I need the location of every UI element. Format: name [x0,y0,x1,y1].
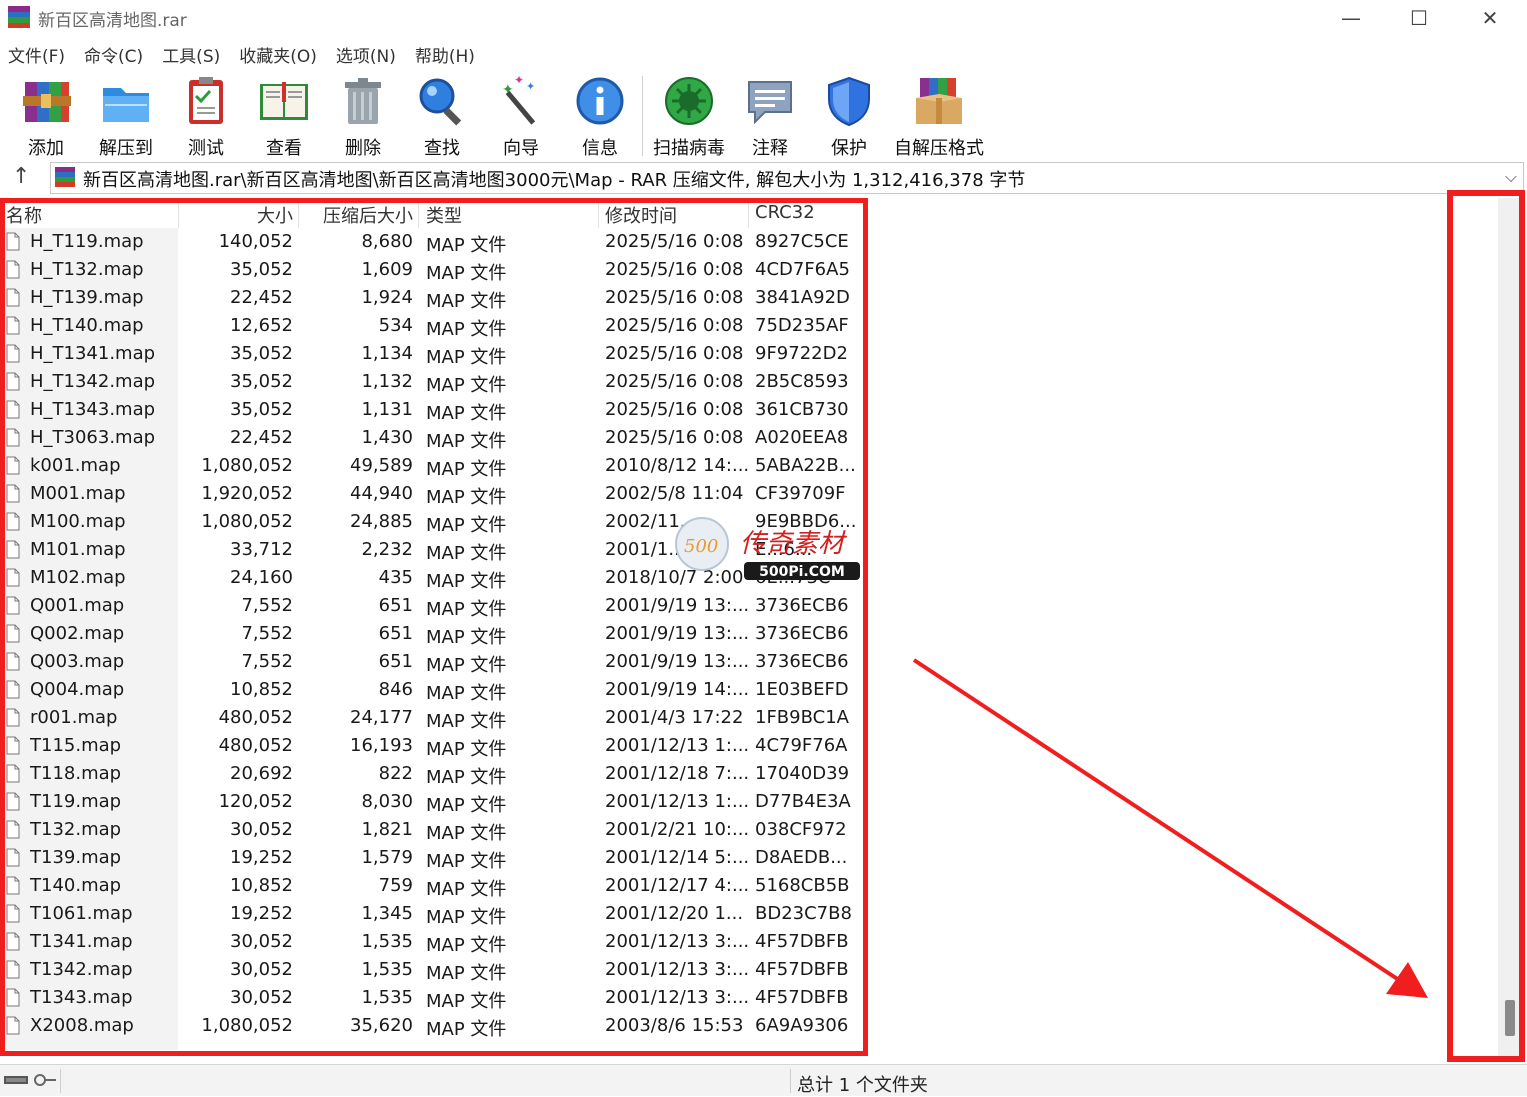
wizard-button[interactable]: ✦ ✦ ✦ 向导 [481,73,561,160]
info-label: 信息 [582,138,618,159]
chevron-down-icon[interactable]: ⌵ [1505,167,1517,187]
status-divider [790,1069,791,1093]
comment-button[interactable]: 注释 [730,74,810,160]
highlight-box-scrollbar [1447,190,1525,1062]
path-field[interactable]: 新百区高清地图.rar\新百区高清地图\新百区高清地图3000元\Map - R… [50,162,1524,194]
annotation-arrow [912,658,1428,998]
view-button[interactable]: 查看 [244,74,324,160]
maximize-button[interactable]: ☐ [1384,0,1454,36]
trash-icon [345,78,381,124]
virus-scan-label: 扫描病毒 [653,138,725,159]
shield-icon [828,76,870,127]
comment-label: 注释 [752,138,788,159]
menu-help[interactable]: 帮助(H) [407,38,486,68]
find-button[interactable]: 查找 [402,74,482,160]
minimize-button[interactable]: — [1316,0,1386,36]
wizard-wand-icon: ✦✦ ✦ [502,73,535,125]
menu-commands[interactable]: 命令(C) [76,38,154,68]
extract-to-button[interactable]: 解压到 [86,74,166,160]
svg-text:✦: ✦ [514,74,524,87]
toolbar-separator [642,76,643,156]
comment-icon [748,81,792,125]
close-button[interactable]: ✕ [1455,0,1525,36]
delete-button[interactable]: 删除 [323,74,403,160]
menu-options[interactable]: 选项(N) [328,38,407,68]
menu-file[interactable]: 文件(F) [0,38,76,68]
extract-to-label: 解压到 [99,138,153,159]
address-bar: ↑ 新百区高清地图.rar\新百区高清地图\新百区高清地图3000元\Map -… [0,160,1527,196]
menu-bar: 文件(F) 命令(C) 工具(S) 收藏夹(O) 选项(N) 帮助(H) [0,38,486,68]
test-label: 测试 [188,138,224,159]
wizard-label: 向导 [503,138,539,159]
magnifier-icon [419,78,462,126]
test-button[interactable]: 测试 [166,74,246,160]
winrar-app-icon [8,6,30,28]
sfx-label: 自解压格式 [894,138,984,159]
virus-scan-button[interactable]: 扫描病毒 [649,74,729,160]
status-divider [60,1069,61,1093]
svg-text:✦: ✦ [502,82,514,98]
archive-icon [55,167,75,187]
virus-scan-icon [665,77,713,125]
highlight-box-file-list [0,198,868,1056]
info-button[interactable]: 信息 [560,74,640,160]
find-label: 查找 [424,138,460,159]
sfx-box-icon [916,78,962,124]
window-title: 新百区高清地图.rar [38,11,187,31]
toolbar: 添加 解压到 测试 查看 删除 查找 ✦ ✦ ✦ 向导 信息 扫描病毒 注释 保… [0,70,1527,160]
info-icon [576,77,624,125]
add-archive-icon [23,82,71,122]
extract-folder-icon [103,88,149,122]
test-clipboard-icon [189,77,223,124]
add-button[interactable]: 添加 [6,74,86,160]
drive-key-icon [4,1074,56,1086]
svg-text:✦: ✦ [526,80,535,93]
delete-label: 删除 [345,138,381,159]
path-text: 新百区高清地图.rar\新百区高清地图\新百区高清地图3000元\Map - R… [83,170,1026,191]
up-arrow-icon[interactable]: ↑ [12,164,30,189]
menu-tools[interactable]: 工具(S) [154,38,231,68]
add-label: 添加 [28,138,64,159]
menu-favorites[interactable]: 收藏夹(O) [231,38,328,68]
status-summary: 总计 1 个文件夹 [797,1075,928,1096]
view-book-icon [260,82,308,120]
view-label: 查看 [266,138,302,159]
sfx-button[interactable]: 自解压格式 [889,74,989,160]
protect-label: 保护 [831,138,867,159]
status-bar: 总计 1 个文件夹 [0,1064,1527,1096]
title-bar: 新百区高清地图.rar — ☐ ✕ [0,0,1527,36]
protect-button[interactable]: 保护 [809,74,889,160]
